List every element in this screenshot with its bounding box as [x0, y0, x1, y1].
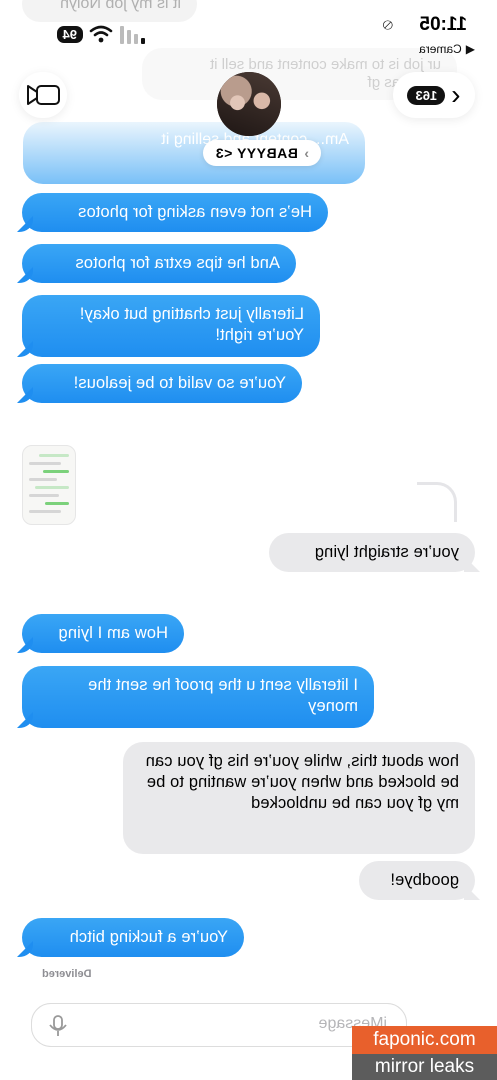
- mirrored-imessage-screen: it is my job Nolyn ur job is to make con…: [0, 0, 497, 1080]
- back-count-badge: 163: [407, 85, 446, 105]
- mic-icon[interactable]: [47, 1014, 69, 1038]
- wifi-icon: [89, 25, 113, 43]
- message-bubble-sent[interactable]: I literally sent u the proof he sent the…: [22, 666, 374, 728]
- message-bubble-received[interactable]: you’re straight lying: [269, 533, 475, 572]
- message-bubble-sent[interactable]: He’s not even asking for photos: [22, 193, 328, 232]
- message-bubble-received[interactable]: goodbye!: [359, 861, 475, 900]
- battery-indicator: 94: [56, 26, 83, 43]
- message-bubble-received[interactable]: how about this, while you’re his gf you …: [123, 742, 475, 854]
- back-to-camera-label: Camera: [419, 42, 462, 56]
- contact-chevron-icon: ›: [303, 145, 309, 161]
- screenshot-attachment[interactable]: [22, 445, 76, 525]
- back-pill[interactable]: ‹ 163: [393, 72, 475, 118]
- message-bubble-sent[interactable]: You’re so valid to be jealous!: [22, 364, 302, 403]
- back-chevron-icon: ‹: [451, 79, 461, 110]
- contact-avatar[interactable]: [217, 72, 281, 136]
- video-call-icon: [27, 85, 60, 105]
- contact-name: BABYYY <3: [215, 145, 298, 161]
- video-call-button[interactable]: [19, 72, 67, 118]
- ghost-received-top: it is my job Nolyn: [22, 0, 197, 22]
- signal-icon: [119, 26, 145, 44]
- contact-name-pill[interactable]: › BABYYY <3: [203, 140, 321, 166]
- ghost-received-2-text: ur job is to make content and sell it: [210, 56, 441, 73]
- back-to-camera[interactable]: ◀ Camera: [419, 42, 475, 56]
- silent-bell-icon: ⦸: [382, 16, 393, 33]
- message-bubble-sent[interactable]: How am I lying: [22, 614, 184, 653]
- message-bubble-sent[interactable]: Literally just chatting but okay! You’re…: [22, 295, 320, 357]
- reply-thread-line: [417, 482, 457, 522]
- status-time: 11:05: [419, 14, 467, 35]
- screenshot-stage: it is my job Nolyn ur job is to make con…: [0, 0, 497, 1080]
- back-triangle-icon: ◀: [465, 42, 475, 56]
- watermark-site: faponic.com: [352, 1026, 497, 1054]
- watermark-tagline: mirror leaks: [352, 1054, 497, 1080]
- message-bubble-sent[interactable]: And he tips extra for photos: [22, 244, 296, 283]
- delivered-status: Delivered: [42, 968, 92, 980]
- message-bubble-sent[interactable]: You’re a fucking bitch: [22, 918, 244, 957]
